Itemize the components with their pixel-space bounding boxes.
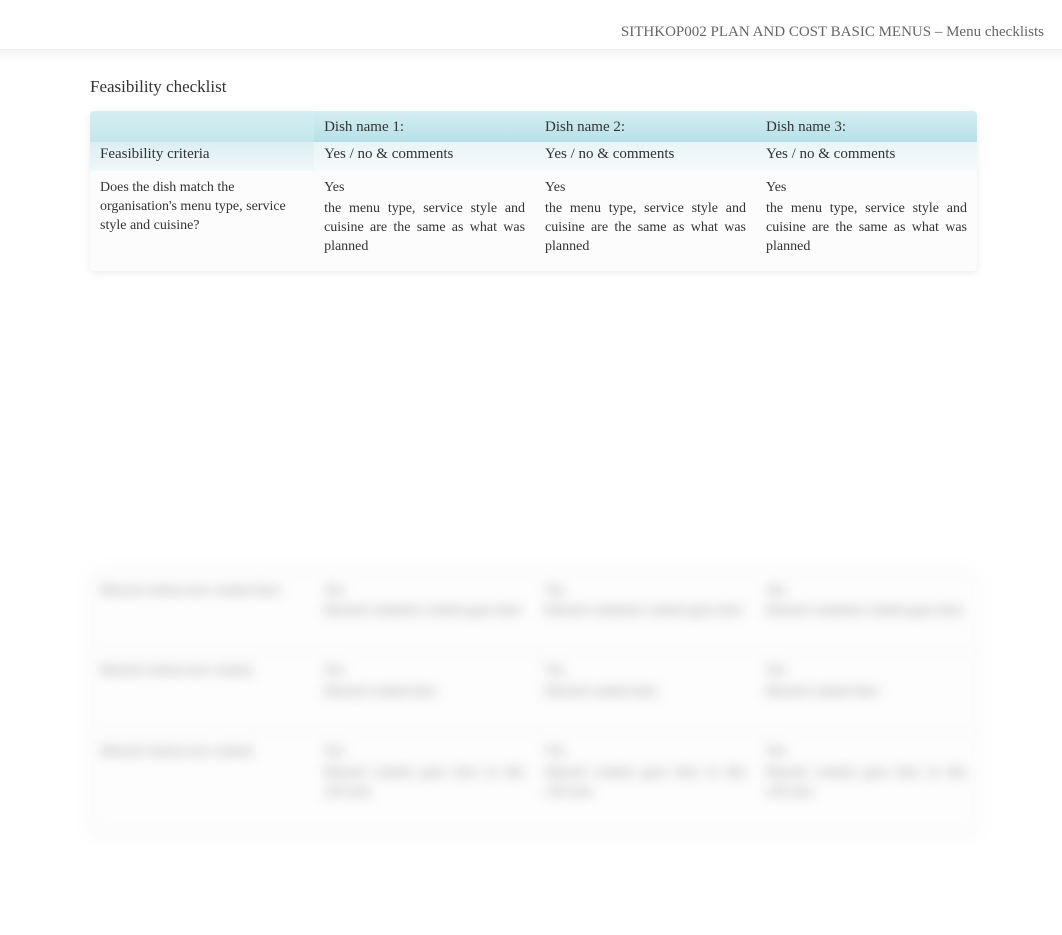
subhead-2: Yes / no & comments	[535, 142, 756, 171]
criteria-cell: blurred criteria text content here	[90, 571, 314, 652]
criteria-cell: blurred criteria text content	[90, 652, 314, 733]
answer-value: Yes	[545, 582, 746, 601]
checklist-table: Dish name 1: Dish name 2: Dish name 3: F…	[90, 111, 977, 271]
answer-value: Yes	[324, 179, 525, 198]
answer-value: Yes	[766, 743, 967, 762]
header-criteria: Feasibility criteria	[90, 142, 314, 171]
header-divider	[0, 49, 1062, 63]
blurred-table: blurred criteria text content here Yes b…	[90, 571, 977, 832]
answer-comment: blurred content goes here in this cell a…	[324, 764, 525, 802]
blurred-preview: blurred criteria text content here Yes b…	[90, 571, 977, 832]
table-header-row-2: Feasibility criteria Yes / no & comments…	[90, 142, 977, 171]
answer-comment: blurred comment content goes here	[324, 602, 525, 621]
answer-value: Yes	[324, 662, 525, 681]
dish-3-cell: Yes the menu type, service style and cui…	[756, 171, 977, 271]
dish-2-cell: Yes blurred content goes here in this ce…	[535, 733, 756, 832]
dish-2-cell: Yes blurred comment content goes here	[535, 571, 756, 652]
answer-value: Yes	[324, 582, 525, 601]
checklist-table-wrap: Dish name 1: Dish name 2: Dish name 3: F…	[90, 111, 977, 271]
header-dish-2: Dish name 2:	[535, 111, 756, 142]
answer-value: Yes	[324, 743, 525, 762]
table-row: Does the dish match the organisation's m…	[90, 171, 977, 271]
criteria-cell: Does the dish match the organisation's m…	[90, 171, 314, 271]
answer-comment: blurred comment content goes here	[766, 602, 967, 621]
blurred-table-wrap: blurred criteria text content here Yes b…	[90, 571, 977, 832]
answer-comment: blurred content here	[766, 683, 967, 702]
dish-1-cell: Yes blurred content here	[314, 652, 535, 733]
main-content: Feasibility checklist Dish name 1: Dish …	[0, 63, 1062, 832]
page-header: SITHKOP002 PLAN AND COST BASIC MENUS – M…	[0, 0, 1062, 49]
answer-value: Yes	[766, 582, 967, 601]
answer-value: Yes	[766, 662, 967, 681]
dish-1-cell: Yes the menu type, service style and cui…	[314, 171, 535, 271]
header-empty	[90, 111, 314, 142]
criteria-cell: blurred criteria text content	[90, 733, 314, 832]
table-header-row-1: Dish name 1: Dish name 2: Dish name 3:	[90, 111, 977, 142]
dish-3-cell: Yes blurred content here	[756, 652, 977, 733]
dish-2-cell: Yes the menu type, service style and cui…	[535, 171, 756, 271]
dish-1-cell: Yes blurred comment content goes here	[314, 571, 535, 652]
header-dish-1: Dish name 1:	[314, 111, 535, 142]
answer-comment: blurred content here	[324, 683, 525, 702]
breadcrumb: SITHKOP002 PLAN AND COST BASIC MENUS – M…	[621, 24, 1044, 40]
header-dish-3: Dish name 3:	[756, 111, 977, 142]
dish-3-cell: Yes blurred comment content goes here	[756, 571, 977, 652]
answer-comment: the menu type, service style and cuisine…	[324, 200, 525, 257]
table-row: blurred criteria text content Yes blurre…	[90, 733, 977, 832]
table-row: blurred criteria text content Yes blurre…	[90, 652, 977, 733]
answer-comment: blurred content here	[545, 683, 746, 702]
table-row: blurred criteria text content here Yes b…	[90, 571, 977, 652]
answer-comment: blurred content goes here in this cell a…	[545, 764, 746, 802]
page-title: Feasibility checklist	[90, 77, 977, 97]
dish-2-cell: Yes blurred content here	[535, 652, 756, 733]
answer-value: Yes	[545, 662, 746, 681]
dish-3-cell: Yes blurred content goes here in this ce…	[756, 733, 977, 832]
subhead-3: Yes / no & comments	[756, 142, 977, 171]
answer-value: Yes	[545, 179, 746, 198]
subhead-1: Yes / no & comments	[314, 142, 535, 171]
answer-comment: blurred comment content goes here	[545, 602, 746, 621]
dish-1-cell: Yes blurred content goes here in this ce…	[314, 733, 535, 832]
answer-comment: the menu type, service style and cuisine…	[766, 200, 967, 257]
answer-value: Yes	[766, 179, 967, 198]
answer-value: Yes	[545, 743, 746, 762]
answer-comment: the menu type, service style and cuisine…	[545, 200, 746, 257]
answer-comment: blurred content goes here in this cell a…	[766, 764, 967, 802]
